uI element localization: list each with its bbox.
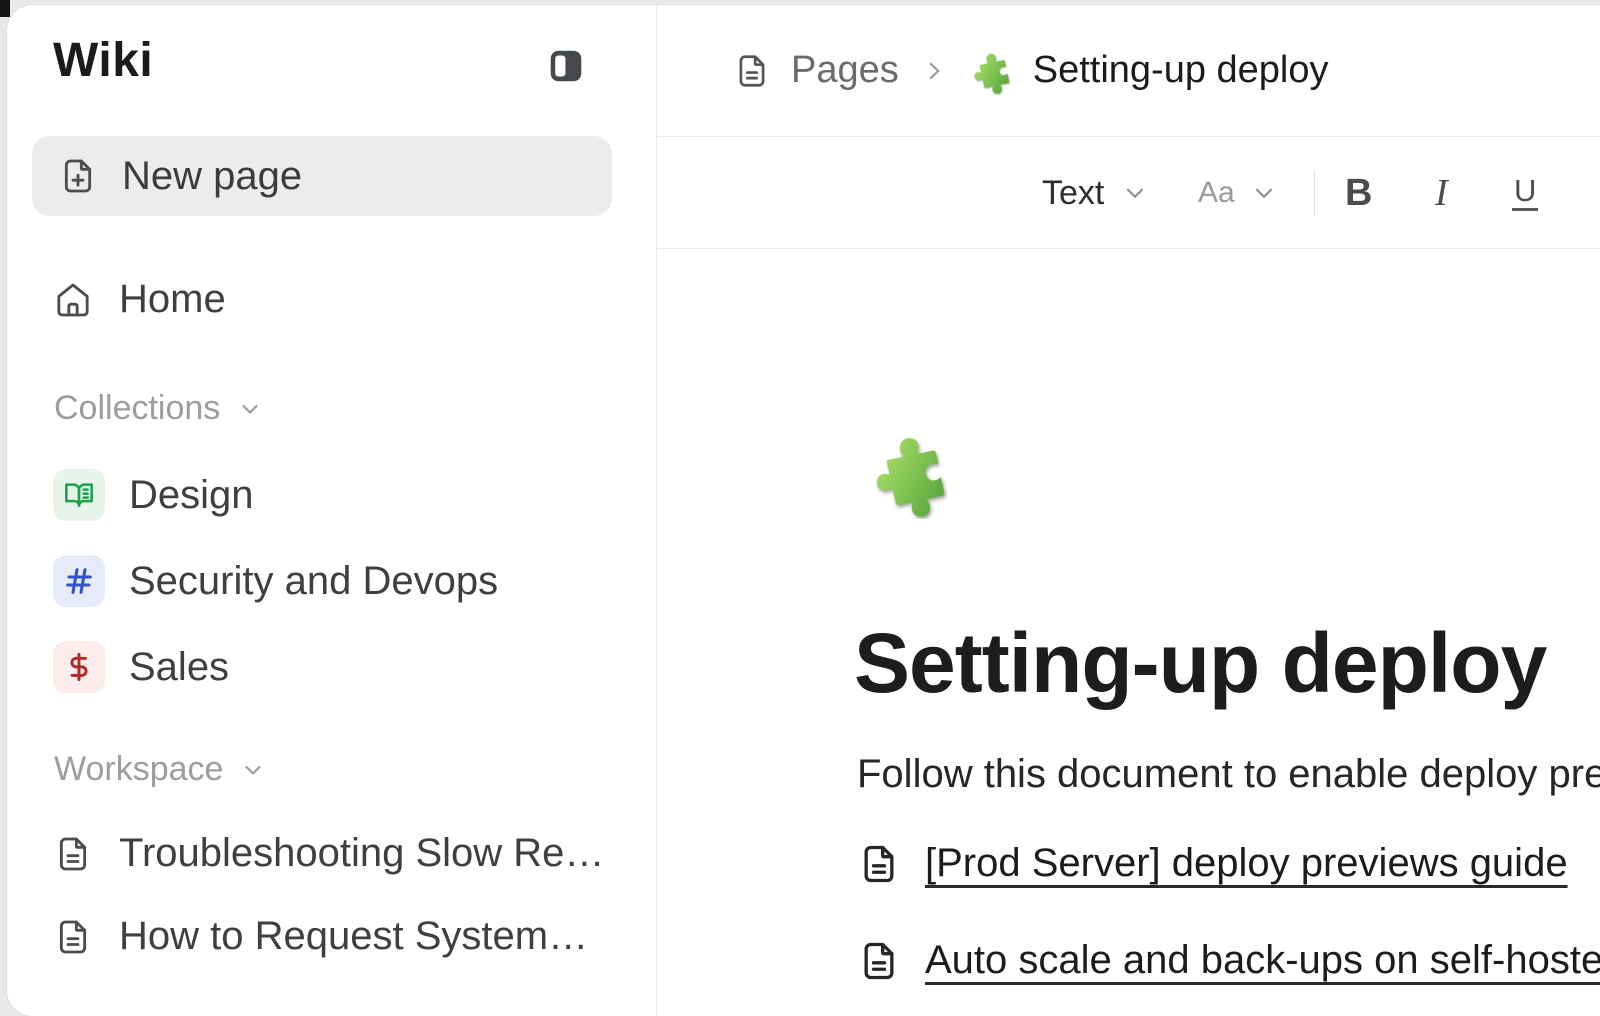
sidebar-item-label: Design: [129, 473, 254, 518]
block-type-dropdown[interactable]: Text: [1042, 137, 1148, 249]
sidebar-item-troubleshooting[interactable]: Troubleshooting Slow Re…: [53, 831, 604, 876]
page-link-auto-scale[interactable]: Auto scale and back-ups on self-hosted: [857, 938, 1600, 983]
sidebar-item-label: Home: [119, 277, 226, 322]
document-icon: [857, 842, 901, 886]
underline-button[interactable]: U: [1512, 137, 1538, 249]
new-page-button[interactable]: New page: [32, 136, 612, 216]
sidebar-item-security-and-devops[interactable]: Security and Devops: [53, 555, 498, 607]
collection-icon-sales: [53, 641, 105, 693]
chevron-down-icon: [241, 758, 265, 782]
font-style-dropdown[interactable]: Aa: [1198, 137, 1277, 249]
page-puzzle-piece-icon[interactable]: [866, 425, 960, 519]
formatting-toolbar: Text Aa B I U: [657, 137, 1600, 249]
book-open-icon: [63, 479, 95, 511]
document-icon: [53, 917, 93, 957]
breadcrumb-current-page: Setting-up deploy: [1033, 49, 1329, 92]
app-canvas: Wiki New page H: [0, 0, 1600, 1016]
page-title[interactable]: Setting-up deploy: [854, 615, 1546, 712]
bold-label: B: [1345, 172, 1372, 215]
sidebar-item-label: Sales: [129, 645, 229, 690]
underline-label: U: [1512, 175, 1538, 211]
breadcrumb: Pages Setting-up: [657, 5, 1600, 137]
sidebar-item-label: Troubleshooting Slow Re…: [119, 831, 604, 876]
chevron-down-icon: [1251, 180, 1277, 206]
chevron-down-icon: [238, 397, 262, 421]
home-icon: [53, 280, 93, 320]
page-intro-text[interactable]: Follow this document to enable deploy pr…: [857, 752, 1600, 797]
sidebar-item-home[interactable]: Home: [53, 277, 226, 322]
sidebar-section-collections[interactable]: Collections: [54, 389, 262, 428]
app-window: Wiki New page H: [7, 5, 1600, 1016]
collection-icon-security: [53, 555, 105, 607]
page-link-label[interactable]: [Prod Server] deploy previews guide: [925, 841, 1568, 886]
new-page-label: New page: [122, 154, 302, 199]
document-icon: [53, 834, 93, 874]
page-editor[interactable]: Setting-up deploy Follow this document t…: [657, 249, 1600, 1016]
sidebar-item-design[interactable]: Design: [53, 469, 254, 521]
breadcrumb-root[interactable]: Pages: [791, 49, 899, 92]
sidebar-item-how-to-request[interactable]: How to Request System…: [53, 914, 588, 959]
italic-button[interactable]: I: [1435, 137, 1448, 249]
sidebar: Wiki New page H: [7, 5, 657, 1016]
workspace-title: Wiki: [53, 33, 153, 88]
sidebar-item-sales[interactable]: Sales: [53, 641, 229, 693]
page-link-prod-server[interactable]: [Prod Server] deploy previews guide: [857, 841, 1568, 886]
main-area: Pages Setting-up: [657, 5, 1600, 1016]
file-plus-icon: [58, 156, 98, 196]
sidebar-toggle-button[interactable]: [549, 49, 583, 83]
document-icon: [857, 939, 901, 983]
font-style-label: Aa: [1198, 176, 1235, 210]
block-type-label: Text: [1042, 174, 1104, 213]
desktop-background-corner: [0, 0, 10, 17]
puzzle-piece-icon: [969, 47, 1017, 95]
page-link-label[interactable]: Auto scale and back-ups on self-hosted: [925, 938, 1600, 983]
section-label: Collections: [54, 389, 220, 428]
hash-icon: [63, 565, 95, 597]
section-label: Workspace: [54, 750, 223, 789]
sidebar-item-label: How to Request System…: [119, 914, 588, 959]
chevron-right-icon: [921, 58, 947, 84]
toolbar-divider: [1314, 170, 1315, 216]
dollar-icon: [63, 651, 95, 683]
document-icon: [733, 52, 771, 90]
sidebar-item-label: Security and Devops: [129, 559, 498, 604]
sidebar-section-workspace[interactable]: Workspace: [54, 750, 265, 789]
bold-button[interactable]: B: [1345, 137, 1372, 249]
chevron-down-icon: [1122, 180, 1148, 206]
collection-icon-design: [53, 469, 105, 521]
italic-label: I: [1435, 171, 1448, 215]
panel-toggle-icon: [549, 49, 583, 83]
